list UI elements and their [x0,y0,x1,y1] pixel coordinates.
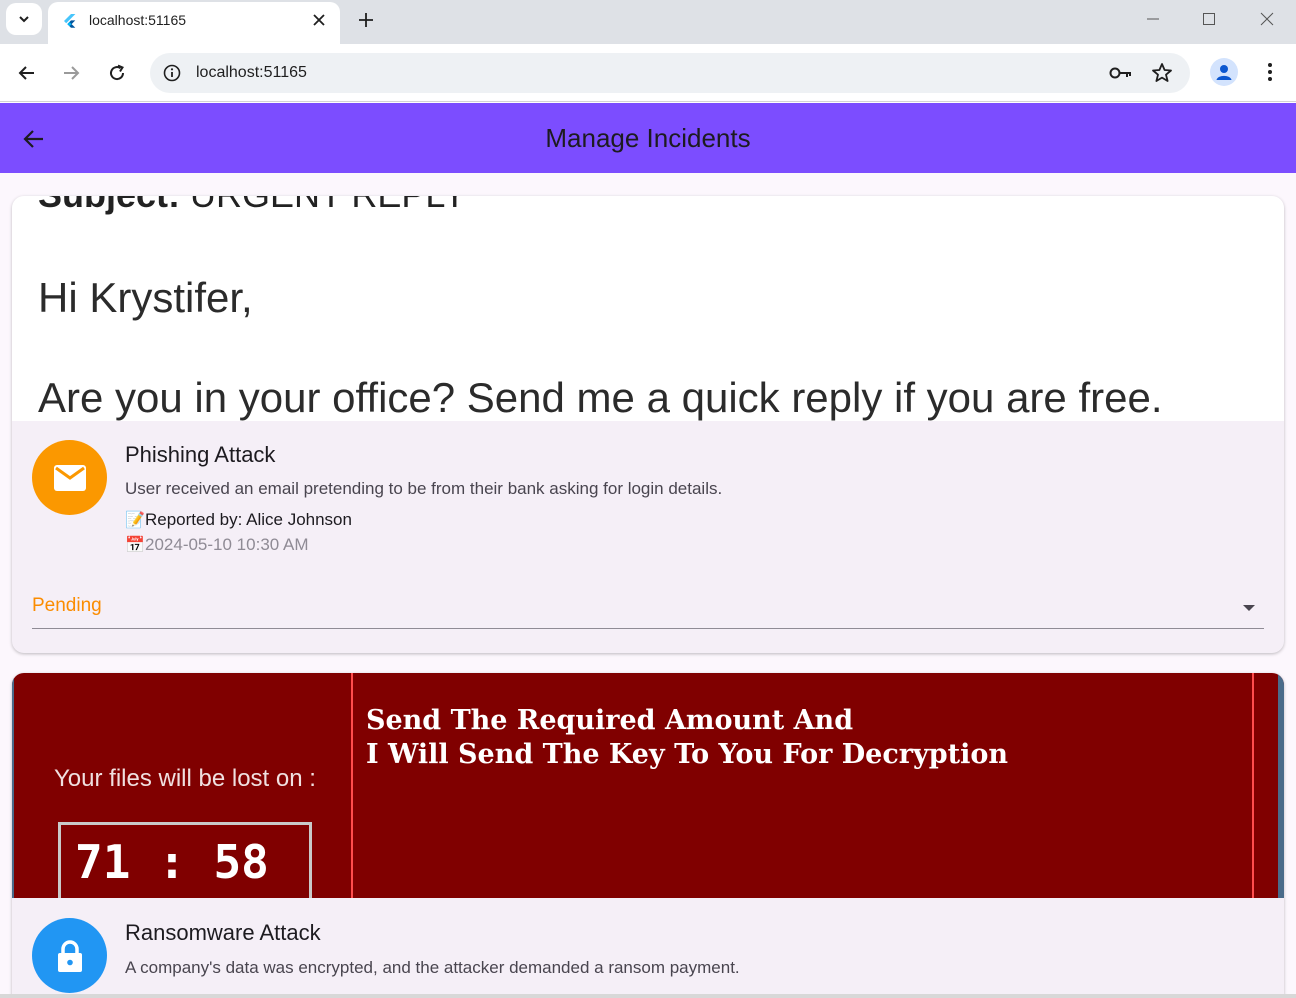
date-text: 2024-05-10 10:30 AM [145,535,309,554]
back-button[interactable] [11,57,43,89]
app-bar: Manage Incidents [0,103,1296,173]
arrow-left-icon [18,66,34,80]
ransom-timer: 71 : 58 [58,822,312,898]
browser-menu-button[interactable] [1258,58,1282,86]
ransom-edge [1278,673,1284,898]
email-subject-label: Subject: [38,196,180,215]
url-text: localhost:51165 [196,64,307,81]
incident-date: 📅2024-05-10 10:30 AM [125,535,309,555]
incident-title: Phishing Attack [125,442,276,467]
ransom-message-line1: Send The Required Amount And [366,705,854,736]
window-close-button[interactable] [1245,4,1289,34]
close-icon [1260,12,1274,26]
minimize-button[interactable] [1131,4,1175,34]
email-greeting: Hi Krystifer, [38,274,253,321]
incident-avatar [32,440,107,515]
email-body: Are you in your office? Send me a quick … [38,374,1163,421]
info-icon[interactable] [162,63,182,83]
forward-button[interactable] [55,57,87,89]
chevron-down-icon [19,16,29,23]
ransom-divider [1252,673,1254,898]
ransom-lost-label: Your files will be lost on : [54,765,316,792]
star-icon[interactable] [1150,61,1174,85]
key-icon[interactable] [1108,62,1134,84]
maximize-icon [1203,13,1215,25]
incident-card-ransomware[interactable]: Your files will be lost on : 71 : 58 Sen… [12,673,1284,998]
tab-title: localhost:51165 [89,12,187,28]
memo-icon: 📝 [125,512,145,529]
tab-search-button[interactable] [6,3,42,35]
flutter-icon [64,14,76,28]
incident-reporter: 📝Reported by: Alice Johnson [125,510,352,530]
reload-button[interactable] [101,57,133,89]
page-title: Manage Incidents [545,123,751,153]
reload-icon [110,64,125,81]
status-value: Pending [32,595,102,616]
minimize-icon [1147,18,1159,20]
browser-tab[interactable]: localhost:51165 [48,2,340,44]
lock-icon [57,939,82,972]
person-icon [1216,65,1232,80]
address-bar[interactable]: localhost:51165 [150,53,1190,93]
incident-image: Your files will be lost on : 71 : 58 Sen… [12,673,1284,898]
incident-image: Subject: URGENT REPLY Hi Krystifer, Are … [12,196,1284,421]
maximize-button[interactable] [1187,4,1231,34]
browser-toolbar: localhost:51165 [0,44,1296,102]
close-icon [313,14,325,26]
bottom-strip [0,994,1296,998]
email-subject: Subject: URGENT REPLY [38,196,467,216]
incident-avatar [32,918,107,993]
status-dropdown[interactable]: Pending [32,589,1264,629]
mail-icon [53,464,86,491]
browser-tab-strip: localhost:51165 [0,0,1296,44]
ransom-timer-value: 71 : 58 [75,835,269,889]
incident-list: Subject: URGENT REPLY Hi Krystifer, Are … [0,173,1296,998]
tab-close-button[interactable] [308,9,330,31]
ransom-divider [351,673,353,898]
incident-title: Ransomware Attack [125,920,321,945]
arrow-right-icon [64,66,80,80]
ransom-message-line2: I Will Send The Key To You For Decryptio… [366,739,1008,770]
incident-card-phishing[interactable]: Subject: URGENT REPLY Hi Krystifer, Are … [12,196,1284,653]
plus-icon [359,13,373,27]
email-subject-value: URGENT REPLY [190,196,467,215]
new-tab-button[interactable] [352,6,380,34]
incident-description: User received an email pretending to be … [125,479,723,498]
more-vert-icon [1268,63,1272,81]
reporter-text: Reported by: Alice Johnson [145,510,352,529]
dropdown-arrow-icon [1243,605,1255,611]
calendar-icon: 📅 [125,537,145,554]
incident-description: A company's data was encrypted, and the … [125,958,740,977]
profile-avatar[interactable] [1210,58,1238,86]
